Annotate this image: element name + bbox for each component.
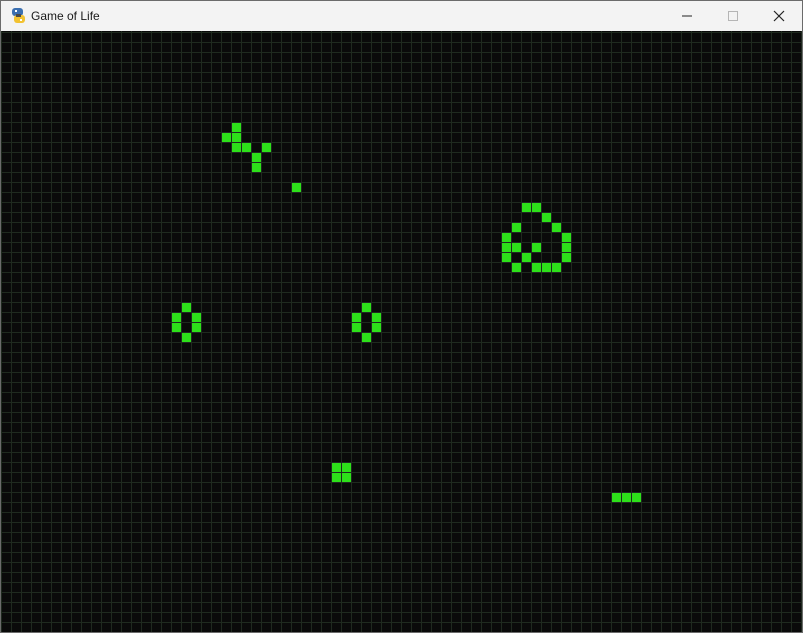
- live-cell[interactable]: [562, 253, 571, 262]
- live-cell[interactable]: [502, 243, 511, 252]
- live-cell[interactable]: [612, 493, 621, 502]
- live-cell[interactable]: [512, 223, 521, 232]
- live-cell[interactable]: [632, 493, 641, 502]
- minimize-icon: [682, 15, 692, 17]
- live-cell[interactable]: [362, 303, 371, 312]
- live-cell[interactable]: [172, 313, 181, 322]
- live-cell[interactable]: [532, 243, 541, 252]
- live-cell[interactable]: [242, 143, 251, 152]
- live-cell[interactable]: [372, 313, 381, 322]
- live-cell[interactable]: [262, 143, 271, 152]
- live-cell[interactable]: [332, 473, 341, 482]
- live-cell[interactable]: [182, 303, 191, 312]
- live-cell[interactable]: [622, 493, 631, 502]
- live-cell[interactable]: [232, 143, 241, 152]
- live-cell[interactable]: [332, 463, 341, 472]
- live-cell[interactable]: [552, 223, 561, 232]
- live-cell[interactable]: [532, 263, 541, 272]
- live-cell[interactable]: [362, 333, 371, 342]
- live-cell[interactable]: [512, 263, 521, 272]
- window-title: Game of Life: [31, 9, 100, 23]
- live-cell[interactable]: [502, 253, 511, 262]
- live-cell[interactable]: [252, 163, 261, 172]
- live-cell[interactable]: [552, 263, 561, 272]
- live-cell[interactable]: [192, 323, 201, 332]
- minimize-button[interactable]: [664, 1, 710, 31]
- live-cell[interactable]: [352, 313, 361, 322]
- life-grid[interactable]: [1, 31, 802, 632]
- live-cell[interactable]: [542, 263, 551, 272]
- maximize-icon: [728, 11, 738, 21]
- live-cell[interactable]: [522, 203, 531, 212]
- live-cell[interactable]: [192, 313, 201, 322]
- live-cell[interactable]: [342, 463, 351, 472]
- live-cell[interactable]: [342, 473, 351, 482]
- live-cell[interactable]: [222, 133, 231, 142]
- live-cell[interactable]: [292, 183, 301, 192]
- live-cell[interactable]: [532, 203, 541, 212]
- live-cell[interactable]: [522, 253, 531, 262]
- live-cell[interactable]: [352, 323, 361, 332]
- close-button[interactable]: [756, 1, 802, 31]
- app-window: Game of Life: [0, 0, 803, 633]
- live-cell[interactable]: [232, 123, 241, 132]
- maximize-button[interactable]: [710, 1, 756, 31]
- live-cell[interactable]: [182, 333, 191, 342]
- close-icon: [773, 10, 785, 22]
- title-bar[interactable]: Game of Life: [1, 1, 802, 31]
- live-cell[interactable]: [562, 243, 571, 252]
- live-cell[interactable]: [512, 243, 521, 252]
- live-cell[interactable]: [252, 153, 261, 162]
- live-cell[interactable]: [542, 213, 551, 222]
- live-cell[interactable]: [502, 233, 511, 242]
- live-cell[interactable]: [232, 133, 241, 142]
- live-cell[interactable]: [562, 233, 571, 242]
- live-cell[interactable]: [172, 323, 181, 332]
- live-cell[interactable]: [372, 323, 381, 332]
- python-icon: [12, 8, 25, 23]
